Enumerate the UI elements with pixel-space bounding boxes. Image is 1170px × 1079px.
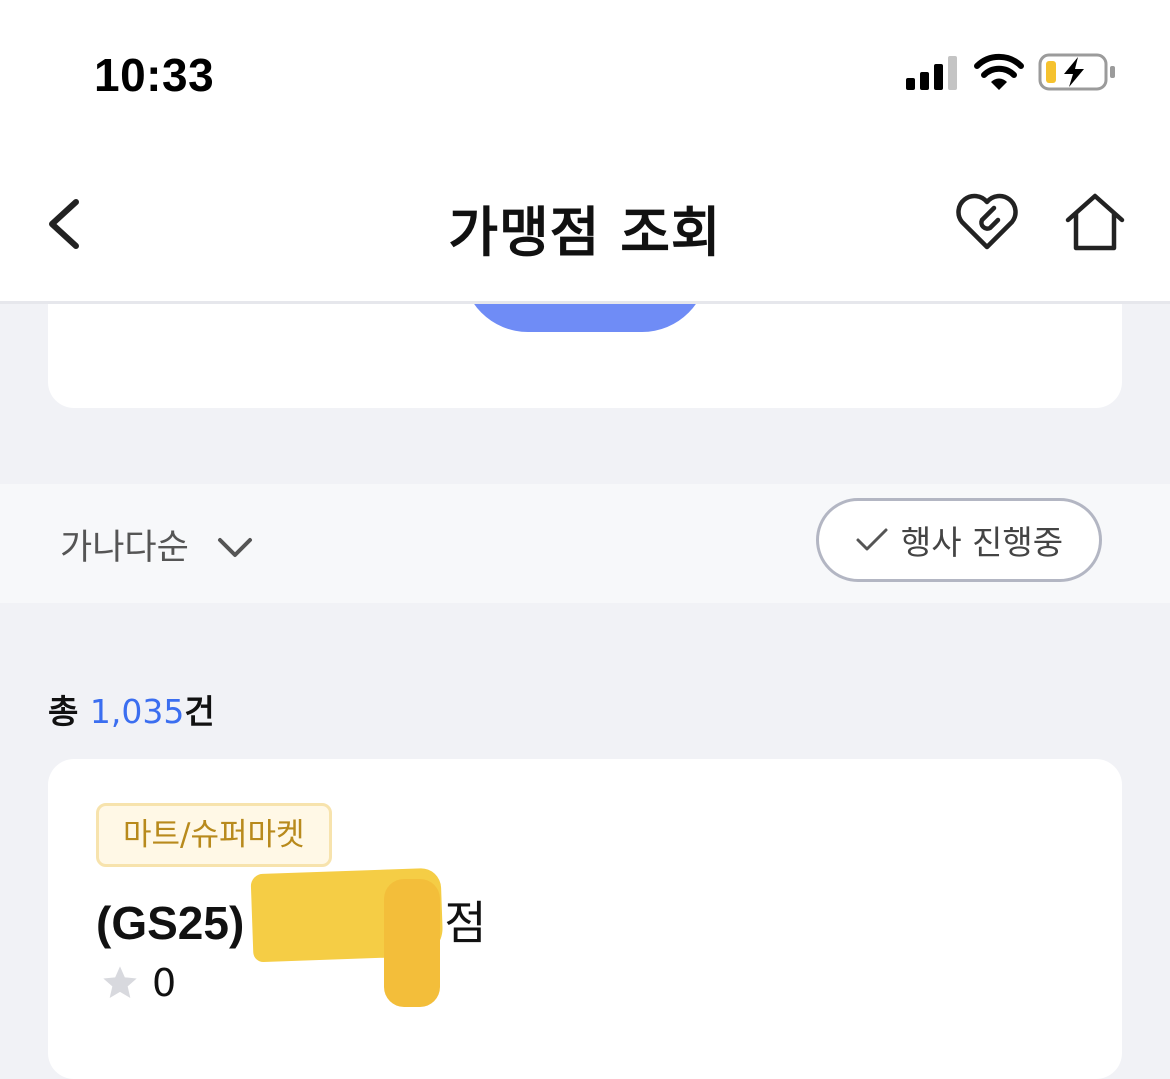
heart-icon[interactable] xyxy=(954,190,1020,256)
sort-label: 가나다순 xyxy=(60,527,189,568)
total-suffix: 건 xyxy=(184,692,215,731)
store-name-prefix: (GS25) xyxy=(96,897,245,949)
chevron-down-icon xyxy=(217,538,252,557)
total-prefix: 총 xyxy=(48,692,90,731)
redaction-mark xyxy=(384,879,440,1007)
navigation-bar: 가맹점 조회 xyxy=(0,150,1170,304)
total-count: 총 1,035건 xyxy=(48,685,215,733)
filter-bar: 가나다순 행사 진행중 xyxy=(0,484,1170,603)
event-toggle-label: 행사 진행중 xyxy=(900,523,1064,562)
category-badge: 마트/슈퍼마켓 xyxy=(96,803,332,867)
rating-value: 0 xyxy=(152,961,177,1005)
signal-icon xyxy=(906,56,957,90)
total-number: 1,035 xyxy=(89,692,185,731)
store-card[interactable]: 마트/슈퍼마켓 (GS25) 점 0 xyxy=(48,759,1122,1079)
wifi-icon xyxy=(974,53,1024,90)
status-bar: 10:33 xyxy=(0,0,1170,150)
event-in-progress-toggle[interactable]: 행사 진행중 xyxy=(816,498,1102,582)
status-time: 10:33 xyxy=(94,49,215,101)
rating: 0 xyxy=(100,961,176,1005)
check-icon xyxy=(856,528,888,551)
star-icon xyxy=(103,966,137,998)
battery-icon xyxy=(1038,53,1115,91)
store-name-suffix: 점 xyxy=(444,896,487,950)
sort-select[interactable]: 가나다순 xyxy=(60,504,253,584)
home-icon[interactable] xyxy=(1060,188,1130,258)
